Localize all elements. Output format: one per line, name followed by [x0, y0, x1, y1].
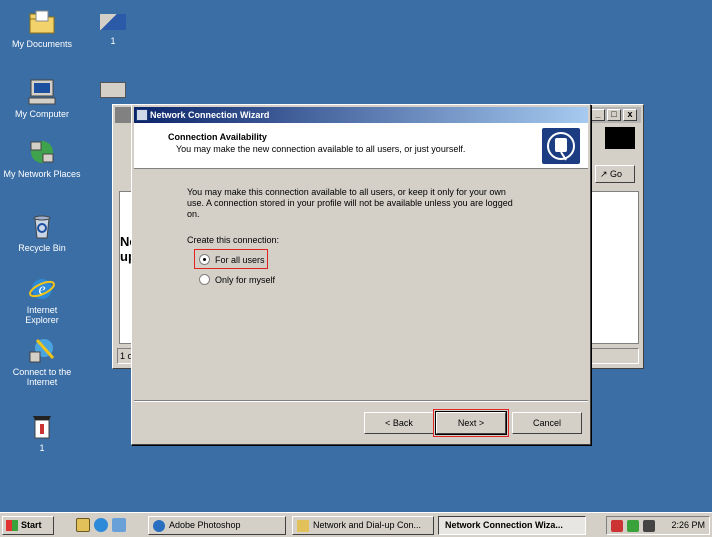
desktop-icon-label: 1 — [39, 443, 45, 453]
wizard-title: Network Connection Wizard — [150, 110, 270, 120]
wizard-title-icon — [136, 109, 148, 121]
wizard-header: Connection Availability You may make the… — [134, 123, 588, 169]
clock: 2:26 PM — [671, 520, 705, 530]
desktop-icon-my-documents[interactable]: My Documents — [0, 8, 84, 49]
desktop-icon-connect-to-internet[interactable]: Connect to the Internet — [0, 336, 84, 387]
desktop-icon-label: Internet Explorer — [25, 305, 59, 325]
connect-icon — [27, 336, 57, 364]
next-button[interactable]: Next > — [435, 411, 507, 435]
desktop-icon-small-2[interactable] — [98, 82, 128, 104]
computer-icon — [27, 78, 57, 106]
tray-icon-3[interactable] — [643, 520, 655, 532]
desktop-icon-label: 1 — [110, 36, 116, 46]
create-label: Create this connection: — [187, 235, 280, 245]
header-subtitle: You may make the new connection availabl… — [176, 144, 466, 154]
ie-icon: e — [27, 274, 57, 302]
network-folder-icon — [297, 520, 309, 532]
task-label: Adobe Photoshop — [169, 520, 241, 530]
desktop-icon-internet-explorer[interactable]: e Internet Explorer — [0, 274, 84, 325]
start-label: Start — [21, 520, 42, 530]
header-title: Connection Availability — [168, 132, 267, 142]
explorer-content-pane[interactable] — [591, 191, 639, 344]
desktop-icon-my-computer[interactable]: My Computer — [0, 78, 84, 119]
show-desktop-icon[interactable] — [76, 518, 90, 532]
windows-flag-icon — [6, 520, 18, 531]
desktop-icon-label: Connect to the Internet — [12, 367, 72, 387]
wizard-body: You may make this connection available t… — [132, 171, 590, 391]
close-button[interactable]: x — [623, 109, 637, 121]
ie-quicklaunch-icon[interactable] — [94, 518, 108, 532]
network-icon — [27, 138, 57, 166]
go-label: Go — [610, 169, 623, 179]
outlook-quicklaunch-icon[interactable] — [112, 518, 126, 532]
desktop-icon-label: My Computer — [14, 109, 69, 119]
wizard-titlebar[interactable]: Network Connection Wizard — [134, 107, 588, 123]
tray-icon-2[interactable] — [627, 520, 639, 532]
task-network-dialup[interactable]: Network and Dial-up Con... — [292, 516, 434, 535]
divider — [134, 400, 588, 402]
folder-icon — [27, 8, 57, 36]
highlight-box — [194, 249, 268, 269]
maximize-button[interactable]: □ — [607, 109, 621, 121]
system-tray: 2:26 PM — [606, 516, 710, 535]
tray-icon-1[interactable] — [611, 520, 623, 532]
desktop-icon-label: My Documents — [11, 39, 73, 49]
recycle-bin-icon — [27, 212, 57, 240]
photoshop-icon — [153, 520, 165, 532]
taskbar: Start Adobe Photoshop Network and Dial-u… — [0, 512, 712, 537]
radio-only-for-myself[interactable]: Only for myself — [199, 274, 275, 285]
radio-button[interactable] — [199, 274, 210, 285]
desktop-icon-small-1[interactable]: 1 — [98, 14, 128, 46]
network-plug-icon — [542, 128, 580, 164]
radio-label: Only for myself — [215, 274, 276, 285]
connection-icon — [100, 82, 126, 98]
desktop-icon-label: My Network Places — [3, 169, 81, 179]
network-connection-wizard[interactable]: Network Connection Wizard Connection Ava… — [131, 104, 591, 445]
trash-gift-icon — [27, 412, 57, 440]
task-label: Network Connection Wiza... — [445, 520, 563, 530]
task-label: Network and Dial-up Con... — [313, 520, 422, 530]
task-adobe-photoshop[interactable]: Adobe Photoshop — [148, 516, 286, 535]
desktop-icon-1[interactable]: 1 — [0, 412, 84, 453]
minimize-button[interactable]: _ — [591, 109, 605, 121]
desktop-icon-my-network-places[interactable]: My Network Places — [0, 138, 84, 179]
back-button[interactable]: < Back — [364, 412, 434, 434]
desktop-icon-label: Recycle Bin — [18, 243, 66, 253]
cancel-button[interactable]: Cancel — [512, 412, 582, 434]
go-button[interactable]: ↗ Go — [595, 165, 635, 183]
network-cable-icon — [100, 14, 126, 30]
start-button[interactable]: Start — [2, 516, 54, 535]
windows-logo-icon — [605, 127, 635, 149]
description-text: You may make this connection available t… — [187, 187, 513, 219]
desktop-icon-recycle-bin[interactable]: Recycle Bin — [0, 212, 84, 253]
task-network-connection-wizard[interactable]: Network Connection Wiza... — [438, 516, 586, 535]
